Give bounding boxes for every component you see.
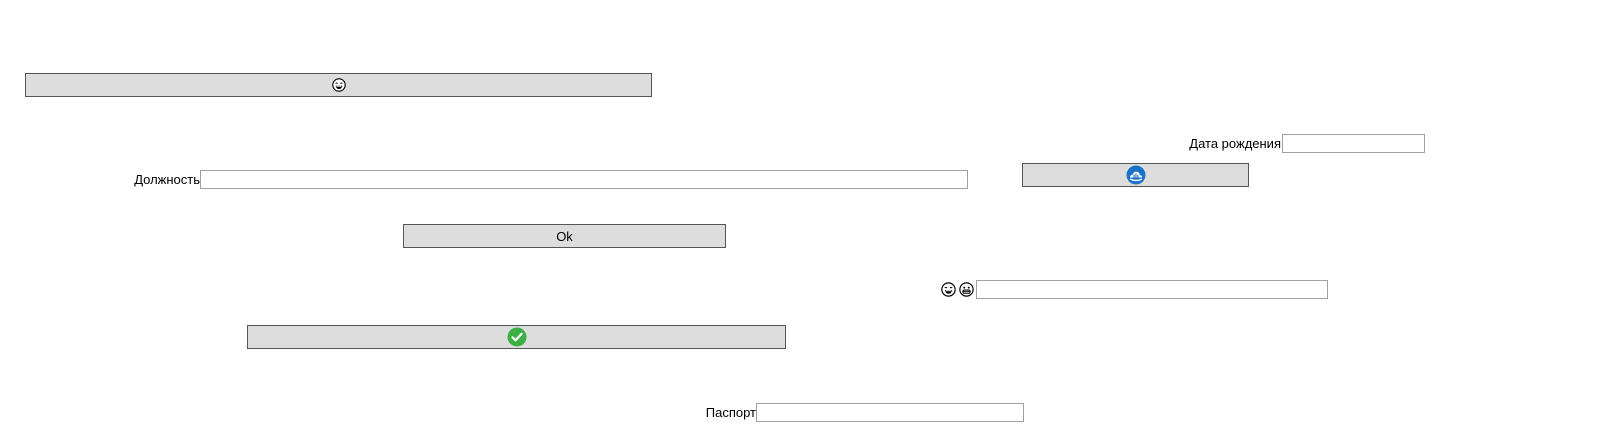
emoji-field-label: [941, 282, 974, 297]
passport-label: Паспорт: [705, 405, 756, 420]
position-label: Должность: [134, 172, 200, 187]
emoji-input[interactable]: [976, 280, 1328, 299]
position-input[interactable]: [200, 170, 968, 189]
laughing-face-button[interactable]: [25, 73, 652, 97]
green-check-icon: [507, 327, 527, 347]
birth-date-input[interactable]: [1282, 134, 1425, 153]
laughing-face-icon: [331, 78, 346, 92]
birth-date-label: Дата рождения: [1189, 136, 1281, 151]
grinning-face-icon: [959, 282, 974, 297]
cloud-app-button[interactable]: [1022, 163, 1249, 187]
passport-input[interactable]: [756, 403, 1024, 422]
laughing-face-icon: [941, 282, 956, 297]
confirm-check-button[interactable]: [247, 325, 786, 349]
ok-button[interactable]: Ok: [403, 224, 726, 248]
cloud-app-icon: [1126, 165, 1146, 185]
